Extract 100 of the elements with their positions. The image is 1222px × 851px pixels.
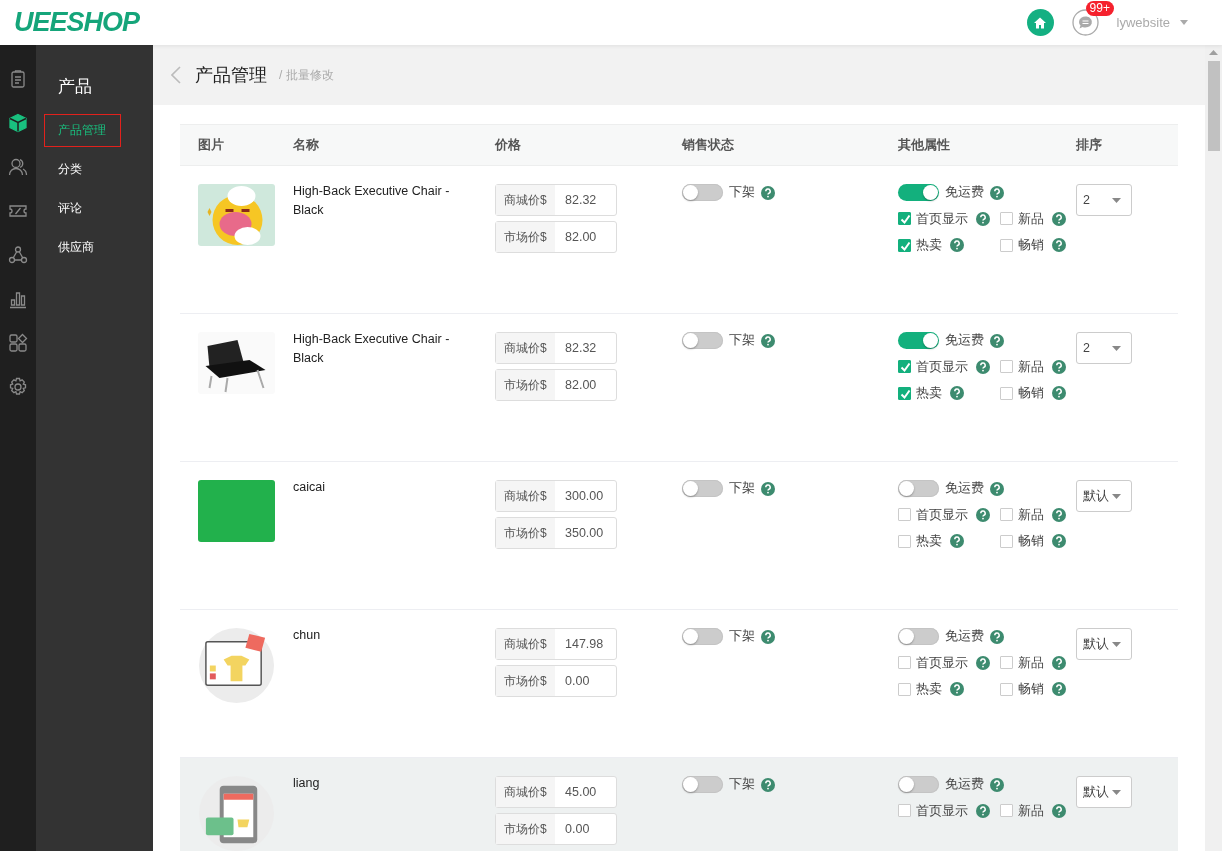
price-field[interactable]: 商城价$ 45.00 — [495, 776, 617, 808]
checkbox[interactable] — [1000, 360, 1013, 374]
checkbox[interactable] — [1000, 804, 1013, 818]
checkbox[interactable] — [1000, 508, 1013, 522]
help-icon[interactable] — [990, 333, 1004, 348]
toggle-switch[interactable] — [682, 628, 723, 645]
caret-icon[interactable] — [1112, 345, 1121, 351]
help-icon[interactable] — [761, 333, 775, 348]
help-icon[interactable] — [761, 777, 775, 792]
toggle-switch[interactable] — [682, 332, 723, 349]
help-icon[interactable] — [1052, 803, 1066, 818]
checkbox[interactable] — [1000, 656, 1013, 670]
checkbox[interactable] — [898, 508, 911, 522]
toggle-switch[interactable] — [682, 184, 723, 201]
help-icon[interactable] — [976, 359, 990, 374]
checkbox[interactable] — [1000, 212, 1013, 226]
users-icon[interactable] — [8, 157, 28, 177]
help-icon[interactable] — [990, 777, 1004, 792]
price-field[interactable]: 市场价$ 350.00 — [495, 517, 617, 549]
help-icon[interactable] — [950, 238, 964, 253]
sidebar-item[interactable]: 分类 — [44, 153, 96, 186]
toggle-switch[interactable] — [898, 184, 939, 201]
toggle-switch[interactable] — [898, 776, 939, 793]
caret-icon[interactable] — [1112, 493, 1121, 499]
column-header: 其他属性 — [898, 136, 951, 154]
help-icon[interactable] — [950, 534, 964, 549]
toggle-label: 免运费 — [945, 184, 984, 201]
sidebar-item[interactable]: 供应商 — [44, 231, 108, 264]
help-icon[interactable] — [950, 386, 964, 401]
sort-dropdown[interactable]: 默认 — [1076, 776, 1132, 808]
cube-icon[interactable] — [8, 113, 28, 133]
checkbox[interactable] — [1000, 386, 1013, 400]
toggle-switch[interactable] — [682, 480, 723, 497]
help-icon[interactable] — [1052, 211, 1066, 226]
toggle-switch[interactable] — [682, 776, 723, 793]
checkbox[interactable] — [898, 212, 911, 226]
settings-icon[interactable] — [8, 377, 28, 397]
help-icon[interactable] — [950, 682, 964, 697]
clipboard-icon[interactable] — [8, 69, 28, 89]
home-icon[interactable] — [1026, 9, 1054, 36]
help-icon[interactable] — [761, 481, 775, 496]
checkbox[interactable] — [1000, 534, 1013, 548]
sort-dropdown[interactable]: 默认 — [1076, 628, 1132, 660]
toggle-switch[interactable] — [898, 628, 939, 645]
checkbox[interactable] — [1000, 682, 1013, 696]
caret-icon[interactable] — [1112, 641, 1121, 647]
toggle-switch[interactable] — [898, 332, 939, 349]
price-field[interactable]: 市场价$ 0.00 — [495, 665, 617, 697]
help-icon[interactable] — [1052, 386, 1066, 401]
price-field[interactable]: 市场价$ 82.00 — [495, 221, 617, 253]
scrollbar-thumb[interactable] — [1207, 61, 1220, 151]
help-icon[interactable] — [1052, 238, 1066, 253]
checkbox[interactable] — [898, 360, 911, 374]
caret-icon[interactable] — [1180, 20, 1188, 25]
column-header: 价格 — [495, 136, 522, 154]
column-header: 销售状态 — [682, 136, 735, 154]
price-field[interactable]: 商城价$ 82.32 — [495, 184, 617, 216]
caret-icon[interactable] — [1112, 197, 1121, 203]
price-field[interactable]: 市场价$ 82.00 — [495, 369, 617, 401]
checkbox[interactable] — [898, 656, 911, 670]
toggle-label: 免运费 — [945, 628, 984, 645]
help-icon[interactable] — [761, 629, 775, 644]
price-field[interactable]: 商城价$ 82.32 — [495, 332, 617, 364]
checkbox-label: 畅销 — [1018, 534, 1044, 549]
checkbox-label: 热卖 — [916, 238, 942, 253]
price-field[interactable]: 商城价$ 147.98 — [495, 628, 617, 660]
sort-dropdown[interactable]: 默认 — [1076, 480, 1132, 512]
checkbox[interactable] — [898, 534, 911, 548]
checkbox[interactable] — [898, 238, 911, 252]
price-field[interactable]: 市场价$ 0.00 — [495, 813, 617, 845]
sort-dropdown[interactable]: 2 — [1076, 332, 1132, 364]
sidebar-item[interactable]: 评论 — [44, 192, 96, 225]
help-icon[interactable] — [1052, 682, 1066, 697]
apps-icon[interactable] — [8, 333, 28, 353]
help-icon[interactable] — [990, 481, 1004, 496]
help-icon[interactable] — [976, 655, 990, 670]
checkbox[interactable] — [898, 386, 911, 400]
help-icon[interactable] — [1052, 507, 1066, 522]
help-icon[interactable] — [976, 507, 990, 522]
help-icon[interactable] — [990, 629, 1004, 644]
help-icon[interactable] — [990, 185, 1004, 200]
help-icon[interactable] — [976, 211, 990, 226]
price-field[interactable]: 商城价$ 300.00 — [495, 480, 617, 512]
help-icon[interactable] — [761, 185, 775, 200]
help-icon[interactable] — [1052, 359, 1066, 374]
checkbox[interactable] — [1000, 238, 1013, 252]
toggle-switch[interactable] — [898, 480, 939, 497]
help-icon[interactable] — [1052, 534, 1066, 549]
sidebar-item[interactable]: 产品管理 — [44, 114, 121, 147]
toggle-label: 下架 — [729, 776, 755, 793]
checkbox[interactable] — [898, 682, 911, 696]
toggle-label: 下架 — [729, 480, 755, 497]
network-icon[interactable] — [8, 245, 28, 265]
sort-dropdown[interactable]: 2 — [1076, 184, 1132, 216]
checkbox[interactable] — [898, 804, 911, 818]
bar-chart-icon[interactable] — [8, 289, 28, 309]
help-icon[interactable] — [976, 803, 990, 818]
caret-icon[interactable] — [1112, 789, 1121, 795]
help-icon[interactable] — [1052, 655, 1066, 670]
column-header: 图片 — [197, 136, 225, 154]
